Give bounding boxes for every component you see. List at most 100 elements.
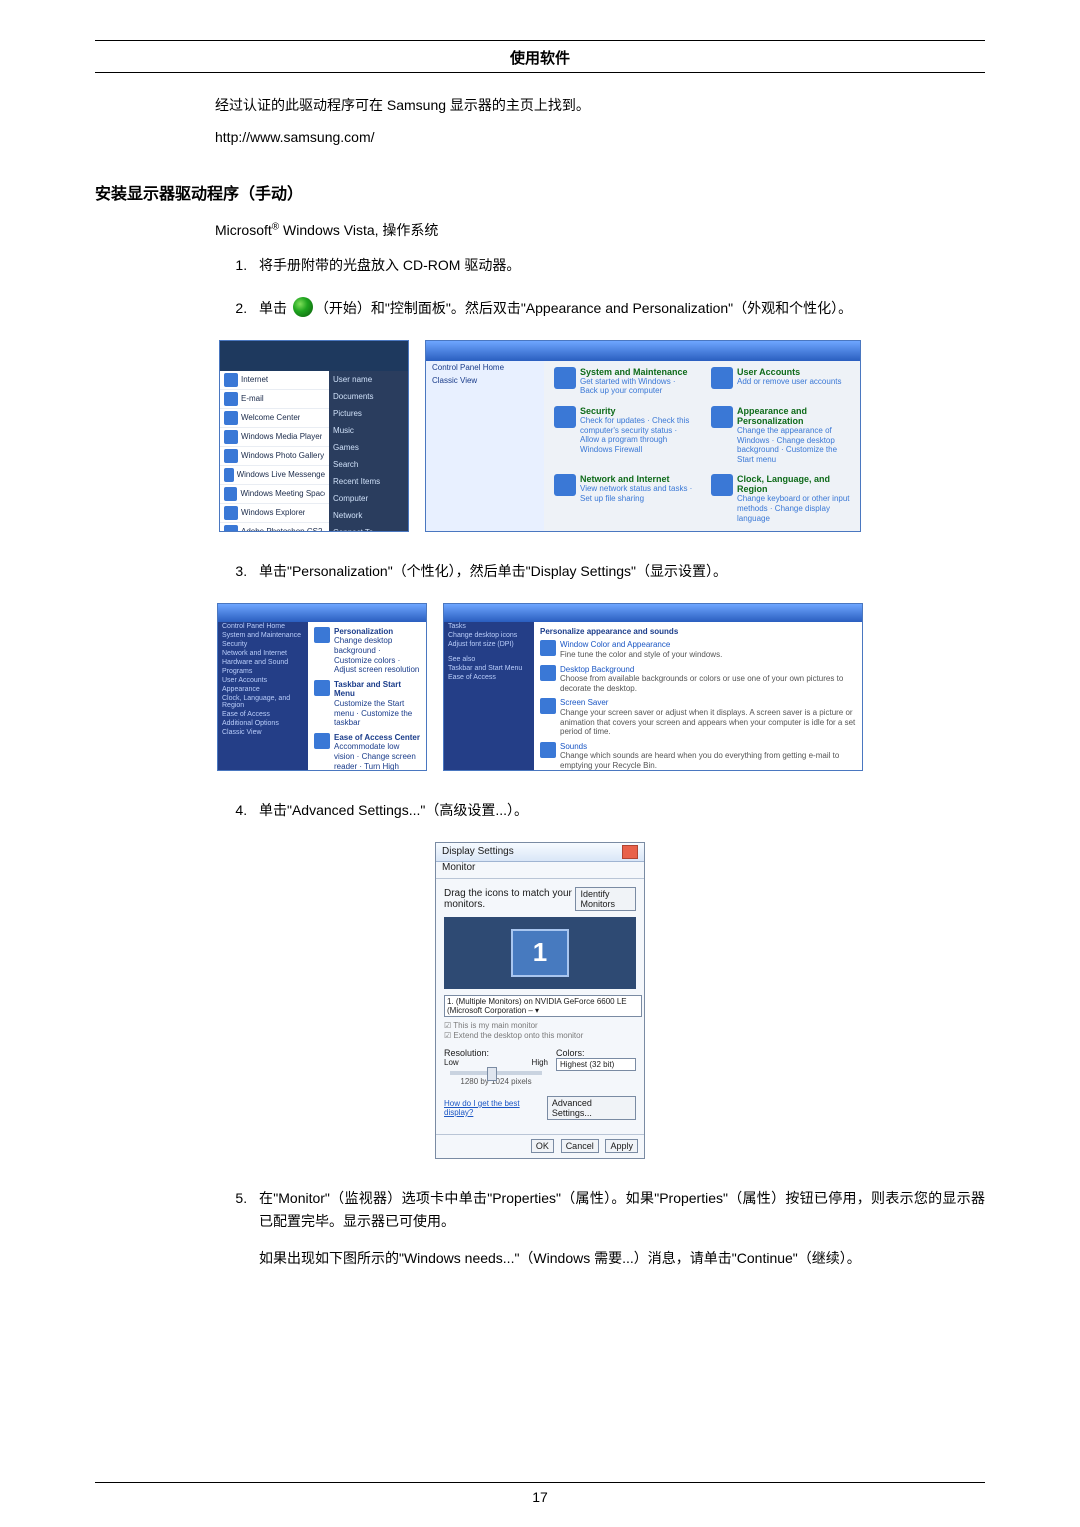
item-icon (540, 698, 556, 714)
appearance-side-link[interactable]: Programs (218, 667, 308, 676)
dialog-title: Display Settings (442, 846, 514, 857)
item-icon (540, 640, 556, 656)
personalization-side-link[interactable]: Tasks (444, 622, 534, 631)
personalization-item[interactable]: Window Color and AppearanceFine tune the… (540, 640, 856, 659)
start-menu-item-label: Windows Live Messenger Download (237, 470, 325, 479)
appearance-side-link[interactable]: Network and Internet (218, 649, 308, 658)
header-title: 使用软件 (95, 47, 985, 68)
app-icon (224, 506, 238, 520)
appearance-side-link[interactable]: System and Maintenance (218, 631, 308, 640)
step-1-text: 将手册附带的光盘放入 CD-ROM 驱动器。 (259, 254, 985, 277)
start-menu-item[interactable]: Windows Explorer (220, 504, 329, 523)
appearance-side-link[interactable]: Hardware and Sound (218, 658, 308, 667)
personalization-heading: Personalize appearance and sounds (540, 627, 856, 637)
app-icon (224, 373, 238, 387)
cancel-button[interactable]: Cancel (561, 1139, 599, 1153)
monitor-selector[interactable]: 1. (Multiple Monitors) on NVIDIA GeForce… (444, 995, 642, 1017)
start-menu-right-item[interactable]: Network (329, 507, 408, 524)
item-icon (540, 665, 556, 681)
appearance-side-link[interactable]: Clock, Language, and Region (218, 694, 308, 710)
step-3: 单击"Personalization"（个性化），然后单击"Display Se… (251, 560, 985, 583)
personalization-item[interactable]: SoundsChange which sounds are heard when… (540, 742, 856, 771)
intro-text: 经过认证的此驱动程序可在 Samsung 显示器的主页上找到。 (215, 95, 965, 115)
page-number: 17 (532, 1489, 548, 1505)
step-5-p2: 如果出现如下图所示的"Windows needs..."（Windows 需要.… (259, 1247, 985, 1270)
app-icon (224, 468, 234, 482)
control-panel-category[interactable]: Appearance and PersonalizationChange the… (711, 406, 850, 464)
control-panel-side-link[interactable]: Control Panel Home (426, 361, 544, 374)
control-panel-category[interactable]: SecurityCheck for updates · Check this c… (554, 406, 693, 464)
advanced-settings-button[interactable]: Advanced Settings... (547, 1096, 636, 1120)
start-menu-item-label: Windows Explorer (241, 508, 305, 517)
item-icon (540, 742, 556, 758)
appearance-item[interactable]: PersonalizationChange desktop background… (314, 627, 420, 675)
appearance-side-link[interactable]: User Accounts (218, 676, 308, 685)
main-monitor-checkbox[interactable]: ☑ This is my main monitor (444, 1021, 636, 1030)
personalization-side-link[interactable]: Taskbar and Start Menu (444, 664, 534, 673)
start-menu-item[interactable]: Windows Media Player (220, 428, 329, 447)
section-heading: 安装显示器驱动程序（手动） (95, 180, 985, 204)
personalization-side-link[interactable]: Ease of Access (444, 673, 534, 682)
start-menu-right-item[interactable]: Connect To (329, 524, 408, 532)
appearance-panel-screenshot: Control Panel HomeSystem and Maintenance… (217, 603, 427, 771)
start-menu-item[interactable]: Windows Live Messenger Download (220, 466, 329, 485)
extend-desktop-checkbox[interactable]: ☑ Extend the desktop onto this monitor (444, 1031, 636, 1040)
start-menu-right-item[interactable]: Search (329, 456, 408, 473)
start-menu-item[interactable]: Internet (220, 371, 329, 390)
appearance-side-link[interactable]: Additional Options (218, 719, 308, 728)
start-menu-right-item[interactable]: Documents (329, 388, 408, 405)
start-menu-right-item[interactable]: Computer (329, 490, 408, 507)
resolution-slider[interactable] (450, 1071, 542, 1075)
start-menu-item[interactable]: Adobe Photoshop CS2 (220, 523, 329, 532)
appearance-side-link[interactable]: Appearance (218, 685, 308, 694)
appearance-side-link[interactable]: Control Panel Home (218, 622, 308, 631)
app-icon (224, 525, 238, 532)
identify-monitors-button[interactable]: Identify Monitors (575, 887, 636, 911)
app-icon (224, 449, 238, 463)
control-panel-category[interactable]: System and MaintenanceGet started with W… (554, 367, 693, 396)
personalization-side-link[interactable]: See also (444, 655, 534, 664)
start-menu-right-item[interactable]: Music (329, 422, 408, 439)
start-menu-right-item[interactable]: Recent Items (329, 473, 408, 490)
os-rest: Windows Vista, 操作系统 (279, 222, 438, 238)
personalization-side-link[interactable]: Change desktop icons (444, 631, 534, 640)
step-2-text: 单击 （开始）和"控制面板"。然后双击"Appearance and Perso… (259, 297, 985, 320)
start-menu-item[interactable]: Windows Photo Gallery (220, 447, 329, 466)
footer-rule (95, 1482, 985, 1483)
personalization-item[interactable]: Screen SaverChange your screen saver or … (540, 698, 856, 736)
appearance-item[interactable]: Taskbar and Start MenuCustomize the Star… (314, 680, 420, 728)
start-menu-item-label: Welcome Center (241, 413, 300, 422)
start-menu-item-label: Adobe Photoshop CS2 (241, 527, 322, 532)
apply-button[interactable]: Apply (605, 1139, 638, 1153)
appearance-side-link[interactable]: Security (218, 640, 308, 649)
start-menu-item[interactable]: Windows Meeting Space (220, 485, 329, 504)
appearance-side-link[interactable]: Classic View (218, 728, 308, 737)
step-3-text: 单击"Personalization"（个性化），然后单击"Display Se… (259, 560, 985, 583)
display-settings-screenshot: Display Settings Monitor Drag the icons … (95, 842, 985, 1159)
start-menu-right-item[interactable]: Games (329, 439, 408, 456)
item-icon (314, 627, 330, 643)
start-menu-item[interactable]: E-mail (220, 390, 329, 409)
control-panel-category[interactable]: Network and InternetView network status … (554, 474, 693, 523)
monitor-preview-area[interactable]: 1 (444, 917, 636, 989)
personalization-item[interactable]: Desktop BackgroundChoose from available … (540, 665, 856, 694)
monitor-tab[interactable]: Monitor (436, 862, 644, 879)
colors-combo[interactable]: Highest (32 bit) (556, 1058, 636, 1071)
ok-button[interactable]: OK (531, 1139, 554, 1153)
start-menu-right-item[interactable]: Pictures (329, 405, 408, 422)
control-panel-side-link[interactable]: Classic View (426, 374, 544, 387)
step-4-text: 单击"Advanced Settings..."（高级设置...）。 (259, 799, 985, 822)
monitor-1-icon[interactable]: 1 (511, 929, 569, 977)
appearance-item[interactable]: Ease of Access CenterAccommodate low vis… (314, 733, 420, 771)
best-display-link[interactable]: How do I get the best display? (444, 1099, 547, 1117)
start-menu-item-label: E-mail (241, 394, 264, 403)
start-menu-item[interactable]: Welcome Center (220, 409, 329, 428)
control-panel-category[interactable]: Clock, Language, and RegionChange keyboa… (711, 474, 850, 523)
start-menu-right-item[interactable]: User name (329, 371, 408, 388)
close-icon[interactable] (622, 845, 638, 859)
appearance-side-link[interactable]: Ease of Access (218, 710, 308, 719)
personalization-side-link[interactable]: Adjust font size (DPI) (444, 640, 534, 649)
resolution-high: High (532, 1058, 548, 1067)
step-2-post: （开始）和"控制面板"。然后双击"Appearance and Personal… (315, 300, 852, 316)
control-panel-category[interactable]: User AccountsAdd or remove user accounts (711, 367, 850, 396)
